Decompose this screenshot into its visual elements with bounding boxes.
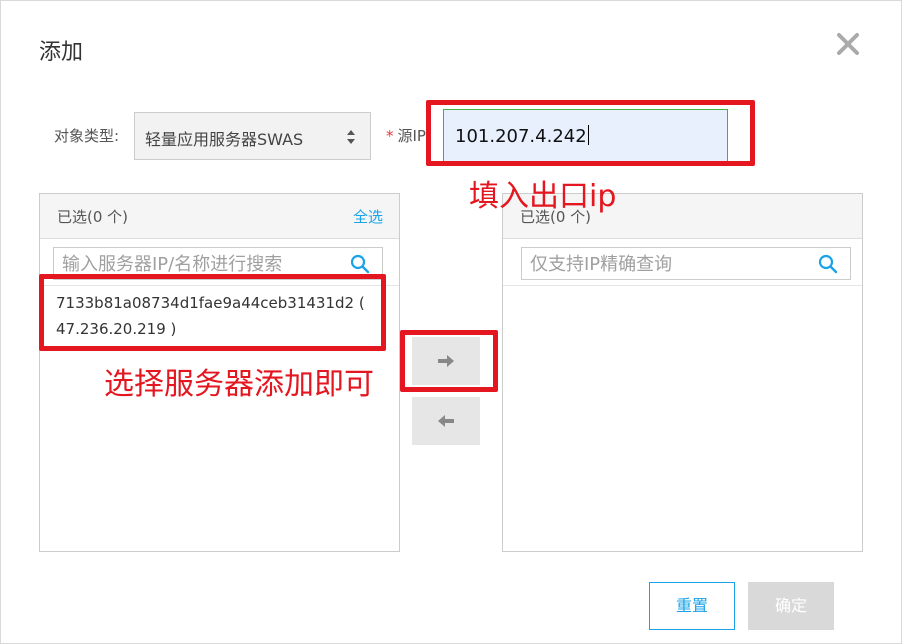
dialog-title: 添加	[39, 40, 84, 65]
list-divider	[503, 285, 862, 286]
add-dialog: 添加 对象类型: 轻量应用服务器SWAS * 源IP: 101.207.4.242…	[0, 0, 902, 644]
left-panel-header: 已选(0 个) 全选	[40, 194, 399, 239]
annotation-box-move	[400, 330, 498, 392]
ip-search-input[interactable]	[530, 252, 810, 276]
server-search-input[interactable]	[62, 252, 342, 276]
object-type-label: 对象类型:	[54, 127, 120, 145]
ip-search-box[interactable]	[521, 247, 851, 280]
annotation-box-ip	[426, 100, 755, 166]
select-all-link[interactable]: 全选	[353, 206, 383, 227]
left-selected-count: 已选(0 个)	[57, 208, 129, 226]
select-arrows-icon	[346, 127, 356, 147]
move-left-button[interactable]	[412, 397, 480, 445]
arrow-left-icon	[438, 415, 454, 427]
search-icon[interactable]	[818, 254, 838, 274]
selected-servers-panel: 已选(0 个)	[502, 193, 863, 552]
source-ip-label: * 源IP:	[386, 125, 431, 146]
close-icon[interactable]	[833, 29, 863, 59]
search-icon[interactable]	[350, 254, 370, 274]
required-mark: *	[386, 127, 394, 145]
confirm-button[interactable]: 确定	[748, 582, 834, 630]
object-type-select[interactable]: 轻量应用服务器SWAS	[134, 112, 371, 160]
object-type-value: 轻量应用服务器SWAS	[145, 130, 304, 149]
annotation-select-server: 选择服务器添加即可	[104, 367, 374, 402]
annotation-fill-ip: 填入出口ip	[469, 179, 617, 214]
reset-button[interactable]: 重置	[649, 582, 735, 630]
annotation-box-server	[39, 274, 386, 351]
